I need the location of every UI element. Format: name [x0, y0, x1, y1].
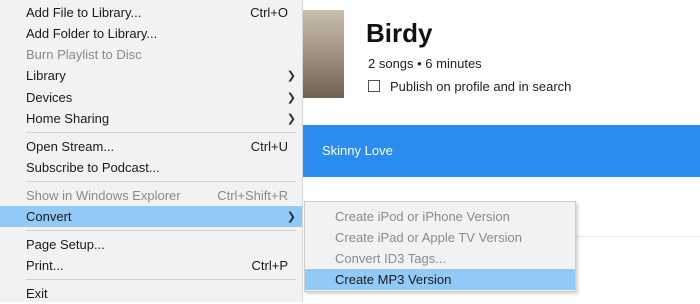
- menu-item-library[interactable]: Library ❯: [0, 65, 302, 86]
- convert-submenu: Create iPod or iPhone Version Create iPa…: [304, 201, 576, 292]
- submenu-item-convert-id3: Convert ID3 Tags...: [305, 248, 575, 269]
- menu-item-print[interactable]: Print... Ctrl+P: [0, 255, 302, 276]
- menu-item-page-setup[interactable]: Page Setup...: [0, 234, 302, 255]
- menu-item-label: Show in Windows Explorer: [26, 188, 181, 203]
- menu-separator: [26, 181, 296, 182]
- menu-item-shortcut: Ctrl+P: [251, 258, 288, 273]
- chevron-right-icon: ❯: [286, 92, 296, 104]
- menu-item-exit[interactable]: Exit: [0, 283, 302, 304]
- menu-item-add-file[interactable]: Add File to Library... Ctrl+O: [0, 2, 302, 23]
- publish-label: Publish on profile and in search: [390, 78, 572, 94]
- menu-item-label: Open Stream...: [26, 139, 115, 154]
- submenu-item-label: Create iPad or Apple TV Version: [335, 230, 522, 245]
- menu-item-shortcut: Ctrl+U: [250, 139, 288, 154]
- track-row-selected[interactable]: Skinny Love: [300, 125, 700, 177]
- menu-item-label: Library: [26, 68, 66, 83]
- chevron-right-icon: ❯: [286, 70, 296, 82]
- menu-separator: [26, 230, 296, 231]
- menu-item-label: Page Setup...: [26, 237, 105, 252]
- album-artwork[interactable]: [300, 10, 344, 98]
- chevron-right-icon: ❯: [286, 211, 296, 223]
- menu-item-label: Add File to Library...: [26, 5, 142, 20]
- menu-item-burn-playlist: Burn Playlist to Disc: [0, 44, 302, 65]
- publish-checkbox[interactable]: [368, 80, 380, 92]
- menu-item-label: Burn Playlist to Disc: [26, 47, 142, 62]
- menu-separator: [26, 279, 296, 280]
- submenu-item-label: Convert ID3 Tags...: [335, 251, 447, 266]
- menu-item-convert[interactable]: Convert ❯: [0, 206, 302, 227]
- track-name: Skinny Love: [322, 143, 393, 158]
- menu-item-label: Convert: [26, 209, 72, 224]
- submenu-item-ipod-iphone: Create iPod or iPhone Version: [305, 206, 575, 227]
- chevron-right-icon: ❯: [286, 113, 296, 125]
- menu-item-home-sharing[interactable]: Home Sharing ❯: [0, 108, 302, 129]
- publish-toggle[interactable]: Publish on profile and in search: [368, 77, 571, 95]
- menu-item-label: Exit: [26, 286, 48, 301]
- file-menu: Add File to Library... Ctrl+O Add Folder…: [0, 0, 303, 302]
- menu-separator: [26, 132, 296, 133]
- menu-item-label: Subscribe to Podcast...: [26, 160, 160, 175]
- menu-item-label: Add Folder to Library...: [26, 26, 158, 41]
- menu-item-subscribe-podcast[interactable]: Subscribe to Podcast...: [0, 157, 302, 178]
- menu-item-shortcut: Ctrl+Shift+R: [217, 188, 288, 203]
- menu-item-open-stream[interactable]: Open Stream... Ctrl+U: [0, 136, 302, 157]
- submenu-item-label: Create iPod or iPhone Version: [335, 209, 510, 224]
- divider: [575, 236, 700, 237]
- submenu-item-create-mp3[interactable]: Create MP3 Version: [305, 269, 575, 290]
- menu-item-label: Print...: [26, 258, 64, 273]
- album-meta: 2 songs • 6 minutes: [368, 56, 482, 71]
- submenu-item-ipad-appletv: Create iPad or Apple TV Version: [305, 227, 575, 248]
- menu-item-devices[interactable]: Devices ❯: [0, 87, 302, 108]
- menu-item-label: Home Sharing: [26, 111, 110, 126]
- menu-item-label: Devices: [26, 90, 73, 105]
- album-title: Birdy: [366, 18, 433, 48]
- submenu-item-label: Create MP3 Version: [335, 272, 452, 287]
- menu-item-show-in-explorer: Show in Windows Explorer Ctrl+Shift+R: [0, 185, 302, 206]
- menu-item-add-folder[interactable]: Add Folder to Library...: [0, 23, 302, 44]
- menu-item-shortcut: Ctrl+O: [250, 5, 288, 20]
